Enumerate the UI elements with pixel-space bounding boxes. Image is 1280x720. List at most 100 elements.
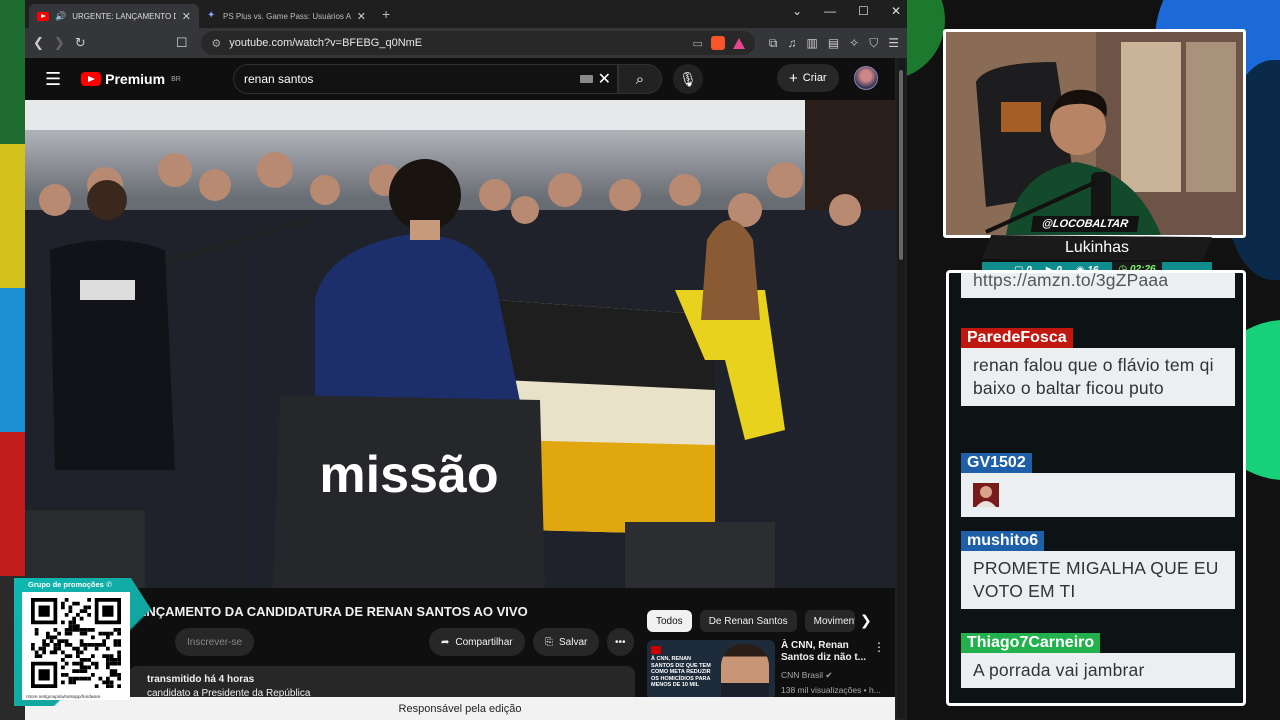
keyboard-icon[interactable] bbox=[580, 75, 593, 83]
chat-message-text: renan falou que o flávio tem qi baixo o … bbox=[961, 348, 1235, 406]
logo-text: Premium bbox=[105, 71, 166, 87]
reload-icon[interactable]: ↻ bbox=[75, 35, 86, 51]
close-tab-icon[interactable]: ✕ bbox=[182, 10, 191, 23]
extensions-bar: ⧉ ♫ ▥ ▤ ✧ ⛉ ☰ bbox=[769, 36, 899, 51]
maximize-icon[interactable]: ☐ bbox=[858, 4, 869, 18]
cnn-logo bbox=[651, 646, 661, 654]
recommended-video[interactable]: À CNN, RENAN SANTOS DIZ QUE TEM COMO MET… bbox=[647, 640, 887, 700]
subscribe-button[interactable]: Inscrever-se bbox=[175, 628, 255, 656]
forward-icon[interactable]: ❯ bbox=[54, 35, 65, 51]
share-icon: ➦ bbox=[441, 636, 450, 648]
chat-username: ParedeFosca bbox=[961, 328, 1073, 348]
save-button[interactable]: ⎘ Salvar bbox=[533, 628, 600, 656]
tab-title: PS Plus vs. Game Pass: Usuários Ativos -… bbox=[223, 11, 351, 21]
site-info-icon[interactable]: ⚙ bbox=[211, 37, 221, 50]
youtube-favicon-icon bbox=[37, 11, 49, 21]
recommended-title[interactable]: À CNN, Renan Santos diz não t... bbox=[781, 640, 867, 664]
video-title: LANÇAMENTO DA CANDIDATURA DE RENAN SANTO… bbox=[129, 604, 528, 619]
more-actions-button[interactable]: ••• bbox=[607, 628, 634, 656]
tab-title: URGENTE: LANÇAMENTO DA CANDIDATURA DE RE… bbox=[72, 11, 176, 21]
recommended-thumbnail[interactable]: À CNN, RENAN SANTOS DIZ QUE TEM COMO MET… bbox=[647, 640, 775, 700]
webcam-image bbox=[946, 32, 1243, 235]
promo-qr-overlay: Grupo de promoções ✆ rstore.net/groups/w… bbox=[14, 578, 164, 706]
chat-username: Thiago7Carneiro bbox=[961, 633, 1101, 653]
promo-title-text: Grupo de promoções bbox=[28, 580, 104, 589]
search-button[interactable]: ⌕ bbox=[618, 64, 662, 94]
voice-search-button[interactable]: 🎙 bbox=[673, 64, 703, 94]
podium-logo-text: missão bbox=[319, 446, 498, 504]
recommended-channel[interactable]: CNN Brasil ✔ bbox=[781, 670, 833, 681]
back-icon[interactable]: ❮ bbox=[33, 35, 44, 51]
clear-search-icon[interactable]: ✕ bbox=[598, 69, 611, 89]
chat-message: mushito6 PROMETE MIGALHA QUE EU VOTO EM … bbox=[961, 531, 1235, 609]
chat-message-text: A porrada vai jambrar bbox=[961, 653, 1235, 688]
search-value: renan santos bbox=[244, 72, 314, 86]
page-scrollbar[interactable] bbox=[897, 58, 905, 718]
brave-shield-icon[interactable] bbox=[710, 36, 725, 50]
hamburger-menu-icon[interactable]: ☰ bbox=[45, 69, 61, 90]
verified-icon: ✔ bbox=[825, 670, 833, 680]
logo-region: BR bbox=[171, 75, 181, 83]
streamer-name: Lukinhas bbox=[982, 235, 1212, 261]
promo-url: rstore.net/groups/whatsapp/hardware bbox=[26, 694, 101, 699]
new-tab-icon[interactable]: + bbox=[382, 6, 390, 22]
close-tab-icon[interactable]: ✕ bbox=[357, 10, 366, 23]
create-button[interactable]: + Criar bbox=[777, 64, 839, 92]
channel-name: CNN Brasil bbox=[781, 670, 824, 680]
vpn-icon[interactable]: ⛉ bbox=[869, 36, 878, 51]
bookmark-icon[interactable]: ☐ bbox=[176, 35, 188, 51]
url-text: youtube.com/watch?v=BFEBG_q0NmE bbox=[229, 37, 423, 49]
thumbnail-person bbox=[721, 644, 769, 700]
search-input[interactable]: renan santos ✕ bbox=[233, 64, 618, 94]
chevron-right-icon[interactable]: ❯ bbox=[860, 612, 872, 629]
music-icon[interactable]: ♫ bbox=[787, 36, 796, 51]
youtube-logo[interactable]: Premium BR bbox=[81, 71, 181, 87]
tab-google[interactable]: ✦ PS Plus vs. Game Pass: Usuários Ativos… bbox=[199, 4, 374, 28]
recommended-views: 138 mil visualizações • h... bbox=[781, 685, 881, 695]
chat-message: GV1502 bbox=[961, 453, 1235, 517]
tab-search-chevron-icon[interactable]: ⌄ bbox=[792, 4, 802, 18]
subscribe-label: Inscrever-se bbox=[187, 636, 243, 648]
chat-panel: https://amzn.to/3gZPaaa ParedeFosca rena… bbox=[946, 270, 1246, 706]
chat-message-body bbox=[961, 473, 1235, 517]
description-meta: transmitido há 4 horas bbox=[147, 674, 255, 685]
scrollbar-thumb[interactable] bbox=[899, 70, 903, 260]
tab-youtube[interactable]: 🔊 URGENTE: LANÇAMENTO DA CANDIDATURA DE … bbox=[29, 4, 199, 28]
microphone-icon: 🎙 bbox=[679, 70, 697, 87]
ai-icon[interactable]: ✧ bbox=[849, 36, 859, 51]
chat-message-text: PROMETE MIGALHA QUE EU VOTO EM TI bbox=[961, 551, 1235, 609]
wallet-icon[interactable]: ▤ bbox=[828, 36, 839, 51]
menu-icon[interactable]: ☰ bbox=[888, 36, 899, 51]
minimize-icon[interactable]: — bbox=[824, 4, 836, 18]
qr-pattern bbox=[31, 598, 121, 688]
address-toolbar: ❮ ❯ ↻ ☐ ⚙ youtube.com/watch?v=BFEBG_q0Nm… bbox=[25, 28, 907, 58]
speaker-icon: 🔊 bbox=[55, 10, 67, 21]
share-label: Compartilhar bbox=[455, 636, 513, 648]
more-vertical-icon[interactable]: ⋮ bbox=[873, 640, 885, 654]
more-horizontal-icon: ••• bbox=[615, 636, 626, 648]
related-chips: Todos De Renan Santos Movimento bbox=[647, 610, 855, 632]
rewards-icon[interactable] bbox=[732, 37, 745, 49]
video-player[interactable]: missão bbox=[25, 100, 895, 588]
chat-message: ParedeFosca renan falou que o flávio tem… bbox=[961, 328, 1235, 406]
chat-message-text: https://amzn.to/3gZPaaa bbox=[961, 273, 1235, 298]
create-label: Criar bbox=[802, 72, 827, 84]
chip-all[interactable]: Todos bbox=[647, 610, 692, 632]
youtube-play-icon bbox=[81, 72, 102, 86]
whatsapp-icon: ✆ bbox=[105, 580, 113, 589]
share-button[interactable]: ➦ Compartilhar bbox=[429, 628, 525, 656]
cast-icon[interactable]: ▭ bbox=[692, 37, 702, 50]
chat-username: mushito6 bbox=[961, 531, 1045, 551]
sidebar-icon[interactable]: ▥ bbox=[806, 36, 817, 51]
thumbnail-text: À CNN, RENAN SANTOS DIZ QUE TEM COMO MET… bbox=[651, 656, 711, 688]
avatar[interactable] bbox=[854, 66, 878, 90]
tab-bar: 🔊 URGENTE: LANÇAMENTO DA CANDIDATURA DE … bbox=[25, 0, 907, 28]
chip-movimento[interactable]: Movimento bbox=[804, 610, 855, 632]
chip-from-channel[interactable]: De Renan Santos bbox=[699, 610, 797, 632]
window-controls: ⌄ — ☐ ✕ bbox=[792, 4, 901, 18]
close-window-icon[interactable]: ✕ bbox=[891, 4, 901, 18]
address-bar[interactable]: ⚙ youtube.com/watch?v=BFEBG_q0NmE ▭ bbox=[201, 31, 755, 55]
search-icon: ⌕ bbox=[635, 70, 645, 88]
extensions-icon[interactable]: ⧉ bbox=[769, 36, 778, 51]
qr-code: rstore.net/groups/whatsapp/hardware bbox=[22, 592, 130, 700]
